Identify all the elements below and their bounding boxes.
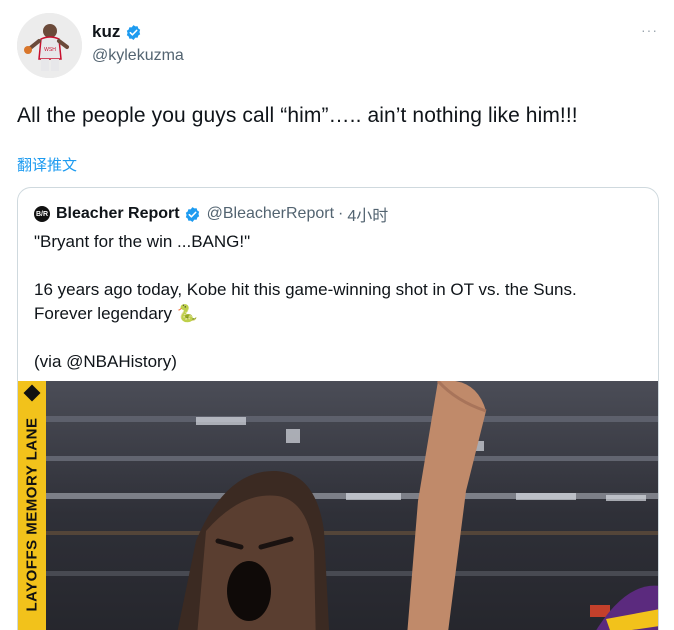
separator-dot: · — [338, 205, 344, 222]
quoted-line: 16 years ago today, Kobe hit this game-w… — [34, 280, 577, 299]
kobe-celebration-image — [46, 381, 658, 630]
quoted-tweet-text: "Bryant for the win ...BANG!" 16 years a… — [34, 230, 644, 374]
banner-text: LAYOFFS MEMORY LANE — [23, 417, 41, 612]
avatar-image: WSH — [17, 13, 82, 78]
more-options-icon[interactable]: ··· — [641, 22, 658, 38]
author-handle[interactable]: @kylekuzma — [92, 47, 184, 65]
translate-tweet-link[interactable]: 翻译推文 — [17, 154, 77, 175]
quoted-line — [34, 326, 644, 350]
memory-lane-banner: LAYOFFS MEMORY LANE — [18, 381, 46, 630]
quoted-line — [34, 254, 644, 278]
bleacher-report-logo-icon: B/R — [34, 206, 50, 222]
quoted-line: "Bryant for the win ...BANG!" — [34, 232, 251, 251]
quoted-tweet-header: B/R Bleacher Report @BleacherReport · 4小… — [34, 202, 388, 226]
verified-badge-icon — [185, 206, 199, 222]
quoted-author-handle[interactable]: @BleacherReport — [207, 205, 334, 223]
quoted-tweet-card[interactable]: B/R Bleacher Report @BleacherReport · 4小… — [17, 187, 659, 630]
author-display-name[interactable]: kuz — [92, 22, 120, 42]
quoted-tweet-video[interactable]: LAYOFFS MEMORY LANE — [18, 381, 658, 630]
author-avatar[interactable]: WSH — [17, 13, 82, 78]
quoted-line: (via @NBAHistory) — [34, 352, 177, 371]
verified-badge-icon — [127, 24, 141, 40]
tweet-text: All the people you guys call “him”….. ai… — [17, 104, 578, 127]
svg-text:WSH: WSH — [44, 47, 56, 53]
quoted-author-name[interactable]: Bleacher Report — [56, 205, 180, 223]
banner-logo-icon — [23, 384, 41, 402]
quoted-line: Forever legendary 🐍 — [34, 304, 198, 323]
quoted-tweet-time[interactable]: 4小时 — [347, 202, 388, 226]
author-name-row[interactable]: kuz — [92, 22, 142, 42]
